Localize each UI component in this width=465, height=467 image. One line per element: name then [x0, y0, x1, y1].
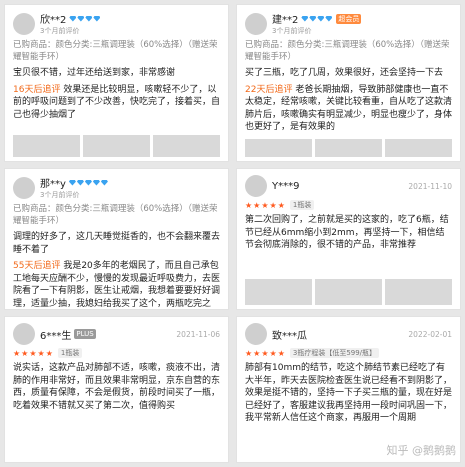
- review-text: 调理的好多了，这几天睡觉挺香的，也不会翻来覆去睡不着了: [13, 232, 221, 255]
- avatar[interactable]: [13, 12, 35, 35]
- review-text: 肺部有10mm的结节，吃这个肺结节素已经吃了有大半年，昨天去医院检查医生说已经看…: [245, 363, 453, 423]
- review-time: 3个月前评价: [40, 27, 80, 35]
- rating-stars: ★ ★ ★ ★ ★: [245, 348, 285, 358]
- photo-thumb[interactable]: [385, 279, 452, 305]
- review-card-6: 致***瓜 2022-02-01 ★ ★ ★ ★ ★ 3瓶疗程装【低至599/瓶】 肺部…: [236, 316, 461, 463]
- photo-thumb[interactable]: [13, 135, 80, 157]
- reviewer-name: 那**y: [40, 179, 66, 190]
- photo-thumb[interactable]: [315, 139, 382, 157]
- variant-pill: 3瓶疗程装【低至599/瓶】: [289, 348, 380, 358]
- member-badge: 超会员: [336, 13, 362, 24]
- vip-diamond-icon: [69, 15, 101, 22]
- rating-stars: ★ ★ ★ ★ ★: [13, 348, 53, 358]
- review-date: 2022-02-01: [408, 329, 452, 339]
- review-time: 3个月前评价: [40, 191, 80, 199]
- avatar[interactable]: [245, 12, 267, 35]
- avatar[interactable]: [245, 175, 267, 197]
- reviewer-name: 建**2: [272, 15, 299, 26]
- purchase-spec: 已购商品：颜色分类:三瓶调理装（60%选择）（赠送荣耀智能手环）: [245, 40, 450, 62]
- photo-thumb[interactable]: [245, 139, 312, 157]
- review-card-2: 建**2 超会员 3个月前评价 已购商品：颜色分类:三瓶调理装（60%选择）（赠…: [236, 4, 461, 162]
- purchase-spec: 已购商品：颜色分类:三瓶调理装（60%选择）（赠送荣耀智能手环）: [13, 204, 218, 226]
- review-time: 3个月前评价: [272, 27, 312, 35]
- rating-stars: ★ ★ ★ ★ ★: [245, 200, 285, 210]
- reviewer-name: Y***9: [272, 180, 300, 192]
- follow-up-review: 55天后追评 我是20多年的老烟民了，而且自己承包工地每天应酬不少，慢慢的发现最…: [13, 260, 220, 309]
- photo-thumb[interactable]: [153, 135, 220, 157]
- review-date: 2021-11-06: [176, 329, 220, 339]
- review-card-1: 欣**2 3个月前评价 已购商品：颜色分类:三瓶调理装（60%选择）（赠送荣耀智…: [4, 4, 229, 162]
- review-photos[interactable]: [245, 139, 452, 157]
- follow-up-tag: 55天后追评: [13, 261, 61, 271]
- reviewer-name: 欣**2: [40, 15, 67, 26]
- review-card-4: Y***9 2021-11-10 ★ ★ ★ ★ ★ 1瓶装 第二次回购了，之前就是买的…: [236, 168, 461, 310]
- follow-up-review: 16天后追评 效果还是比较明显，咳嗽轻不少了，以前的呼吸问题到了不少改善，快吃完…: [13, 84, 220, 122]
- plus-badge: PLUS: [74, 329, 96, 339]
- reviewer-name: 致***瓜: [272, 330, 307, 342]
- photo-thumb[interactable]: [83, 135, 150, 157]
- purchase-spec: 已购商品：颜色分类:三瓶调理装（60%选择）（赠送荣耀智能手环）: [13, 40, 218, 62]
- follow-up-review: 22天后追评 老爸长期抽烟，导致肺部健康也一直不太稳定，经常咳嗽，关键比较看重，…: [245, 84, 452, 134]
- variant-pill: 1瓶装: [57, 348, 83, 358]
- follow-up-tag: 22天后追评: [245, 84, 293, 95]
- review-text: 宝贝很不错，过年还给送到家，非常感谢: [13, 68, 176, 78]
- review-card-5: 6***生 PLUS 2021-11-06 ★ ★ ★ ★ ★ 1瓶装 说实话，这款产品…: [4, 316, 229, 463]
- photo-thumb[interactable]: [245, 279, 312, 305]
- photo-thumb[interactable]: [385, 139, 452, 157]
- avatar[interactable]: [245, 323, 267, 345]
- review-card-3: 那**y 3个月前评价 已购商品：颜色分类:三瓶调理装（60%选择）（赠送荣耀智…: [4, 168, 229, 310]
- variant-pill: 1瓶装: [289, 200, 315, 210]
- review-text: 第二次回购了，之前就是买的这家的，吃了6瓶，结节已经从6mm缩小到2mm，再坚持…: [245, 215, 449, 250]
- photo-thumb[interactable]: [315, 279, 382, 305]
- follow-up-tag: 16天后追评: [13, 84, 61, 95]
- avatar[interactable]: [13, 176, 35, 199]
- reviewer-name: 6***生: [40, 330, 72, 342]
- vip-diamond-icon: [301, 15, 333, 22]
- review-date: 2021-11-10: [408, 181, 452, 191]
- review-photos[interactable]: [13, 135, 220, 157]
- vip-diamond-icon: [68, 179, 109, 186]
- review-text: 买了三瓶，吃了几周，效果很好，还会坚持一下去: [245, 68, 444, 78]
- zhihu-watermark: 知乎 @鹅鹅鹅: [386, 444, 457, 457]
- review-text: 说实话，这款产品对肺部不适，咳嗽，痰液不出，清肺的作用非常好，而且效果非常明显，…: [13, 363, 221, 411]
- review-photos[interactable]: [245, 279, 452, 305]
- avatar[interactable]: [13, 323, 35, 345]
